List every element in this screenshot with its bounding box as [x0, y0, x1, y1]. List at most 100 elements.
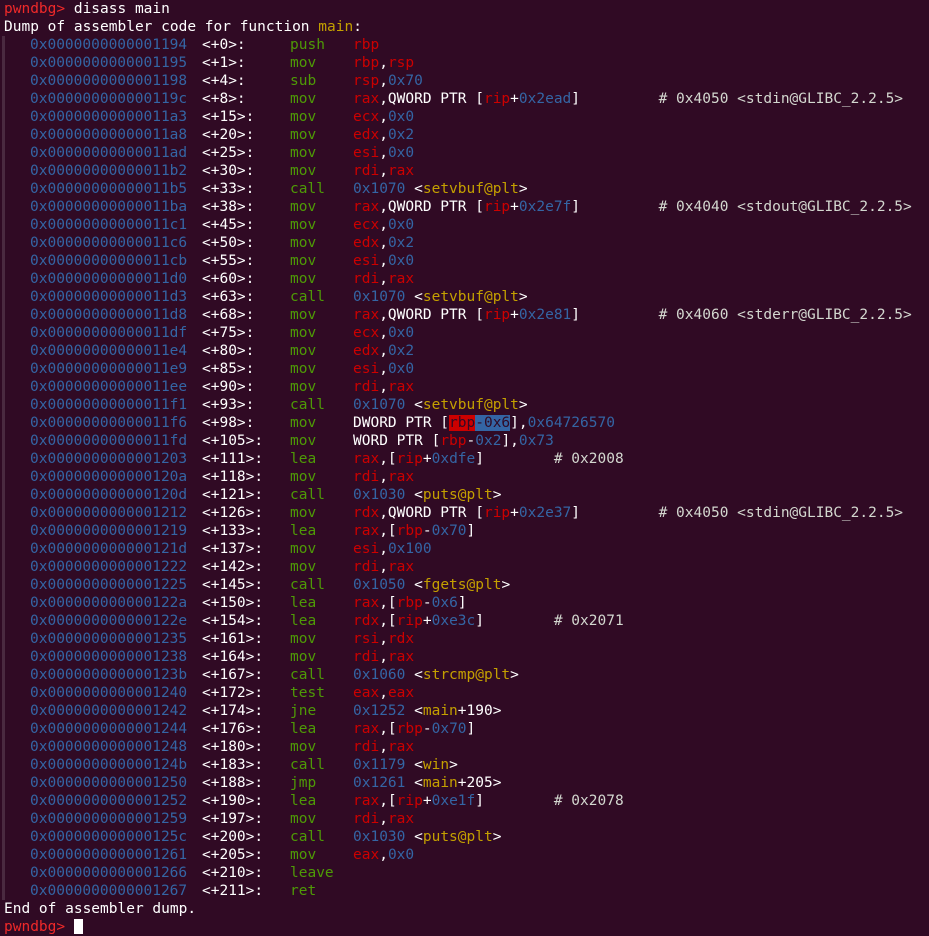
operand-text: +	[510, 199, 519, 215]
next-command-line[interactable]: pwndbg>	[4, 918, 929, 936]
operand-register: rax	[387, 379, 415, 395]
operand-text: ,	[379, 847, 388, 863]
instruction-mnemonic: mov	[290, 469, 317, 485]
operand-number: 0x0	[387, 109, 415, 125]
operand-text: ]	[571, 91, 581, 107]
operand-number: 0x1030	[353, 829, 406, 845]
operand-register: rip	[483, 307, 511, 323]
instruction-offset: <+172>:	[202, 685, 264, 701]
line-gutter	[2, 450, 5, 468]
instruction-offset: <+205>:	[202, 847, 264, 863]
instruction-mnemonic: lea	[290, 595, 317, 611]
operand-text: ,	[379, 271, 388, 287]
operand-number: 0x0	[387, 361, 415, 377]
instruction-mnemonic: mov	[290, 433, 317, 449]
operand-register: edx	[353, 235, 380, 251]
operand-text: ,	[379, 631, 388, 647]
operand-number: 0x2e7f	[518, 199, 572, 215]
operand-number: 0xe1f	[431, 793, 476, 809]
operand-number: 0x1070	[353, 397, 406, 413]
instruction-offset: <+75>:	[202, 325, 255, 341]
instruction-line: 0x00000000000011d3 <+63>: call 0x1070 <setv…	[2, 288, 929, 306]
operand-text: <	[405, 397, 423, 413]
operand-text: <	[405, 703, 423, 719]
operand-text: ,	[379, 109, 388, 125]
operand-register: rax	[353, 91, 380, 107]
instruction-offset: <+150>:	[202, 595, 264, 611]
instruction-mnemonic: call	[290, 577, 325, 593]
operand-symbol: strcmp@plt	[422, 667, 511, 683]
operand-comment: # 0x4050 <stdin@GLIBC_2.2.5>	[580, 91, 904, 107]
line-gutter	[2, 180, 5, 198]
instruction-mnemonic: lea	[290, 451, 317, 467]
line-gutter	[2, 288, 5, 306]
instruction-address: 0x0000000000001267	[30, 883, 188, 899]
operand-number: 0x1261	[353, 775, 406, 791]
operand-comment: # 0x2078	[484, 793, 624, 809]
instruction-address: 0x00000000000011a3	[30, 109, 188, 125]
operand-number: 0x100	[387, 541, 432, 557]
instruction-mnemonic: call	[290, 667, 325, 683]
operand-text: <	[405, 289, 423, 305]
operand-text: ,	[379, 739, 388, 755]
instruction-line: 0x0000000000001250 <+188>: jmp 0x1261 <main…	[2, 774, 929, 792]
text-cursor	[73, 919, 83, 934]
instruction-line: 0x0000000000001252 <+190>: lea rax,[rip+0xe…	[2, 792, 929, 810]
operand-number: 0x1070	[353, 289, 406, 305]
operand-text: ,[	[379, 451, 397, 467]
operand-text: ,	[379, 469, 388, 485]
operand-text: ,	[379, 559, 388, 575]
operand-symbol: setvbuf@plt	[422, 181, 519, 197]
instruction-offset: <+85>:	[202, 361, 255, 377]
instruction-line: 0x000000000000125c <+200>: call 0x1030 <put…	[2, 828, 929, 846]
instruction-line: 0x00000000000011d8 <+68>: mov rax,QWORD PTR…	[2, 306, 929, 324]
instruction-mnemonic: mov	[290, 163, 317, 179]
instruction-line: 0x0000000000001266 <+210>: leave	[2, 864, 929, 882]
instruction-offset: <+45>:	[202, 217, 255, 233]
instruction-offset: <+33>:	[202, 181, 255, 197]
instruction-line: 0x00000000000011f6 <+98>: mov DWORD PTR [rb…	[2, 414, 929, 432]
operand-text: ,	[379, 343, 388, 359]
instruction-offset: <+50>:	[202, 235, 255, 251]
line-gutter	[2, 594, 5, 612]
operand-symbol: win	[422, 757, 450, 773]
instruction-address: 0x00000000000011ee	[30, 379, 188, 395]
operand-register: rdi	[353, 271, 380, 287]
operand-text: ]	[571, 505, 581, 521]
instruction-line: 0x00000000000011a8 <+20>: mov edx,0x2	[2, 126, 929, 144]
instruction-offset: <+111>:	[202, 451, 264, 467]
instruction-offset: <+68>:	[202, 307, 255, 323]
instruction-address: 0x00000000000011e4	[30, 343, 188, 359]
line-gutter	[2, 576, 5, 594]
line-gutter	[2, 468, 5, 486]
operand-register: rax	[353, 307, 380, 323]
terminal-window[interactable]: pwndbg> disass main Dump of assembler co…	[0, 0, 929, 935]
operand-text: +	[510, 505, 519, 521]
operand-register: rdi	[353, 379, 380, 395]
operand-number: 0x1060	[353, 667, 406, 683]
operand-register: esi	[353, 361, 380, 377]
operand-text: DWORD PTR [	[353, 415, 450, 431]
instruction-line: 0x000000000000122a <+150>: lea rax,[rbp-0x6…	[2, 594, 929, 612]
operand-register: rdx	[353, 613, 380, 629]
line-gutter	[2, 810, 5, 828]
line-gutter	[2, 864, 5, 882]
instruction-offset: <+137>:	[202, 541, 264, 557]
operand-text: >	[449, 757, 458, 773]
instruction-mnemonic: lea	[290, 613, 317, 629]
line-gutter	[2, 666, 5, 684]
operand-text: >	[518, 289, 528, 305]
instruction-address: 0x00000000000011d8	[30, 307, 188, 323]
instruction-offset: <+161>:	[202, 631, 264, 647]
operand-register: rdx	[353, 505, 380, 521]
instruction-offset: <+8>:	[202, 91, 246, 107]
operand-number: 0x2	[387, 235, 415, 251]
instruction-mnemonic: call	[290, 181, 325, 197]
line-gutter	[2, 756, 5, 774]
instruction-offset: <+133>:	[202, 523, 264, 539]
operand-register: esi	[353, 541, 380, 557]
operand-text: +	[510, 91, 519, 107]
instruction-address: 0x000000000000122a	[30, 595, 188, 611]
operand-text: <	[405, 829, 423, 845]
instruction-offset: <+38>:	[202, 199, 255, 215]
